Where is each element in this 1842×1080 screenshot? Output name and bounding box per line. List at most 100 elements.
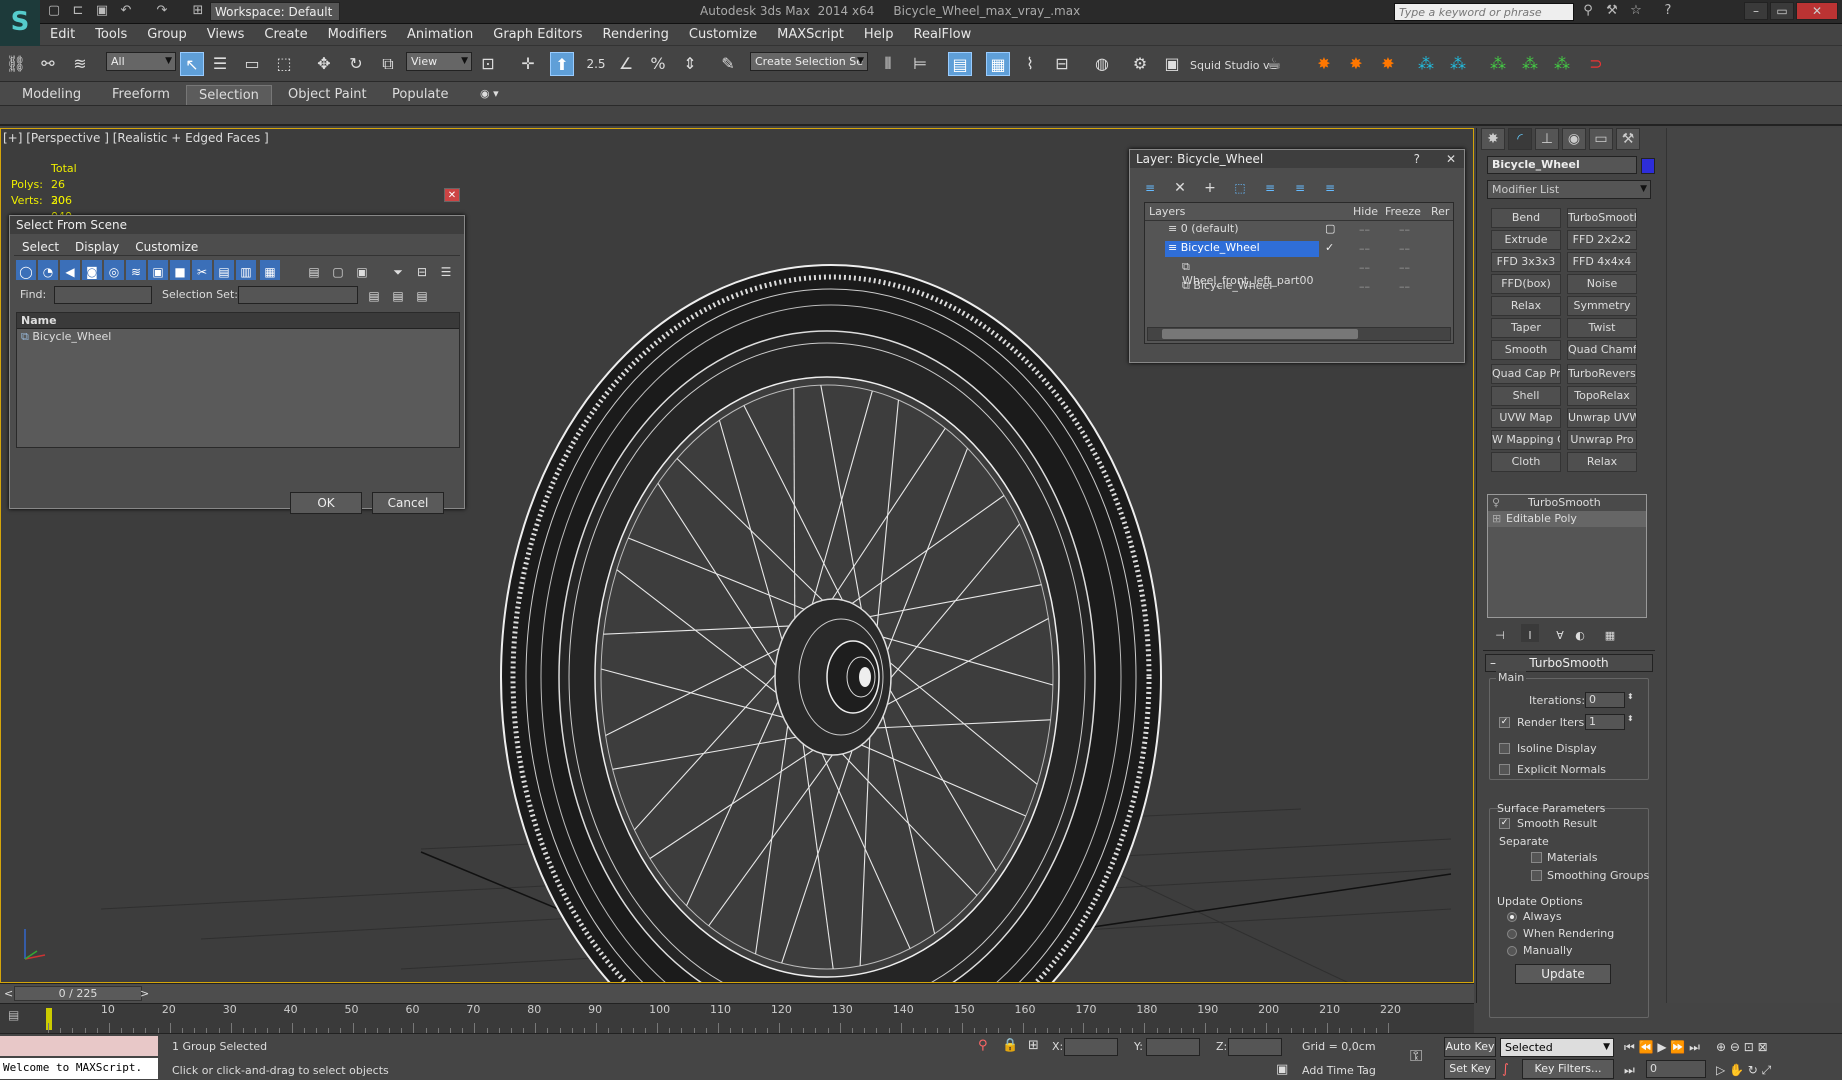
layer-row[interactable]: ⧉ Bicycle_Wheel –– –– [1145,278,1453,297]
utilities-tab-icon[interactable]: ⚒ [1616,128,1640,150]
modifier-button-toporelax[interactable]: TopoRelax [1567,386,1637,406]
pivot-center-icon[interactable]: ⊡ [476,52,500,76]
named-selection-set-dropdown[interactable]: Create Selection Se [750,52,868,71]
selection-lock-icon[interactable]: 🔒 [1002,1038,1018,1053]
configure-sets-icon[interactable]: ▦ [1601,624,1619,642]
edit-named-selection-icon[interactable]: ✎ [716,52,740,76]
ribbon-tab-modeling[interactable]: Modeling [10,85,93,105]
display-bones-icon[interactable]: ✂ [192,260,212,280]
menu-tools[interactable]: Tools [85,24,137,45]
add-time-tag[interactable]: Add Time Tag [1302,1064,1376,1077]
modifier-button-smooth[interactable]: Smooth [1491,340,1561,360]
columns-icon[interactable]: ☰ [436,260,456,280]
percent-snap-icon[interactable]: % [646,52,670,76]
unlink-icon[interactable]: ⚯ [36,52,60,76]
iterations-spinner-arrows[interactable]: ⬍ [1627,692,1634,701]
key-mode-toggle-icon[interactable]: ⏭ [1624,1063,1635,1078]
favorites-icon[interactable]: ☆ [1628,3,1644,19]
smoothing-groups-checkbox[interactable] [1531,870,1542,881]
select-menu-select[interactable]: Select [14,238,67,256]
menu-edit[interactable]: Edit [40,24,85,45]
hide-toggle[interactable]: –– [1359,261,1370,274]
spinner-snap-icon[interactable]: ⇕ [678,52,702,76]
display-tab-icon[interactable]: ▭ [1589,128,1613,150]
time-tag-icon[interactable]: ▣ [1276,1062,1288,1077]
absolute-mode-icon[interactable]: ⊞ [1028,1038,1039,1053]
render-frame-icon[interactable]: ▣ [1160,52,1184,76]
layer-column-layers[interactable]: Layers [1149,205,1185,218]
select-none-icon[interactable]: ▢ [328,260,348,280]
render-iters-spinner-arrows[interactable]: ⬍ [1627,714,1634,723]
project-folder-icon[interactable]: ⊞ [190,3,206,19]
realflow-wave-icon[interactable]: ⁂ [1486,52,1510,76]
squid-studio-label[interactable]: Squid Studio v [1190,59,1270,72]
maxscript-listener[interactable]: Welcome to MAXScript. [0,1058,158,1079]
manually-radio[interactable] [1507,946,1517,956]
display-groups-icon[interactable]: ▣ [148,260,168,280]
track-bar[interactable]: ▤ 10 20 30 40 50 60 70 80 90 100 110 120 130 140 150 16… [0,1003,1474,1033]
realflow-daemon-icon[interactable]: ⁂ [1414,52,1438,76]
create-layer-icon[interactable]: ≡ [1140,176,1160,196]
set-key-icon[interactable]: ⚿ [1410,1046,1422,1066]
auto-key-button[interactable]: Auto Key [1444,1037,1496,1057]
modifier-button-twist[interactable]: Twist [1567,318,1637,338]
modifier-button-relax[interactable]: Relax [1567,452,1637,472]
modifier-button-cloth[interactable]: Cloth [1491,452,1561,472]
freeze-toggle[interactable]: –– [1399,223,1410,236]
mirror-icon[interactable]: ⫴ [876,52,900,76]
layer-close-icon[interactable]: ✕ [1446,152,1456,166]
ribbon-tab-object-paint[interactable]: Object Paint [276,85,379,105]
open-file-icon[interactable]: ⊏ [70,3,86,19]
search-input[interactable]: Type a keyword or phrase [1394,3,1574,21]
modifier-button-taper[interactable]: Taper [1491,318,1561,338]
app-logo-icon[interactable]: S [0,0,40,48]
find-input[interactable] [54,286,152,304]
key-mode-dropdown[interactable]: Selected [1500,1038,1614,1057]
modifier-button-bend[interactable]: Bend [1491,208,1561,228]
object-name-field[interactable]: Bicycle_Wheel [1487,156,1637,174]
hide-all-layers-icon[interactable]: ≡ [1290,176,1310,196]
layer-row[interactable]: ⧉ Wheel_front_left_part00 –– –– [1145,259,1453,287]
key-tangent-icon[interactable]: ∫ [1502,1062,1509,1077]
menu-group[interactable]: Group [137,24,197,45]
curve-editor-icon[interactable]: ⌇ [1018,52,1042,76]
hide-toggle[interactable]: –– [1359,280,1370,293]
isoline-display-checkbox[interactable] [1499,743,1510,754]
select-manipulate-icon[interactable]: ✛ [516,52,540,76]
redo-icon[interactable]: ↷ [154,3,170,19]
x-coord-input[interactable] [1064,1038,1118,1056]
select-object-icon[interactable]: ↖ [180,52,204,76]
maximize-button[interactable]: ▭ [1770,2,1794,20]
select-menu-customize[interactable]: Customize [127,238,206,256]
move-icon[interactable]: ✥ [312,52,336,76]
set-key-button[interactable]: Set Key [1444,1059,1496,1079]
modifier-button-extrude[interactable]: Extrude [1491,230,1561,250]
time-slider[interactable]: < 0 / 225 > [0,983,1474,1003]
layer-row[interactable]: ≡ 0 (default) –– –– ▢ [1145,221,1453,240]
isolate-selection-icon[interactable]: ⚲ [978,1038,988,1053]
layer-scrollbar-thumb[interactable] [1162,329,1358,339]
layer-column-hide[interactable]: Hide [1353,205,1378,218]
ribbon-options-icon[interactable]: ◉ ▾ [468,85,511,105]
menu-views[interactable]: Views [197,24,255,45]
schematic-view-icon[interactable]: ⊟ [1050,52,1074,76]
create-tab-icon[interactable]: ✸ [1481,128,1505,150]
display-shapes-icon[interactable]: ◔ [38,260,58,280]
remove-from-set-icon[interactable]: ▤ [412,284,432,304]
tools-icon[interactable]: ⚒ [1604,3,1620,19]
modifier-button-ffd-2x2x2[interactable]: FFD 2x2x2 [1567,230,1637,250]
display-cameras-icon[interactable]: ◙ [82,260,102,280]
bind-space-warp-icon[interactable]: ≋ [68,52,92,76]
pin-stack-icon[interactable]: ⊣ [1491,624,1509,642]
realflow-particles-icon[interactable]: ✸ [1344,52,1368,76]
render-teapot-icon[interactable]: ☕ [1262,52,1286,76]
layer-row[interactable]: ≡ Bicycle_Wheel –– –– ✓ [1145,240,1453,259]
menu-graph-editors[interactable]: Graph Editors [483,24,592,45]
freeze-toggle[interactable]: –– [1399,280,1410,293]
keyboard-shortcut-override-icon[interactable]: ⬆ [550,52,574,76]
invert-selection-icon[interactable]: ▣ [352,260,372,280]
ribbon-tab-selection[interactable]: Selection [186,85,272,105]
current-layer-icon[interactable]: ▢ [1325,222,1335,235]
filter-icon[interactable]: ⏷ [388,260,408,280]
add-to-layer-icon[interactable]: + [1200,176,1220,196]
